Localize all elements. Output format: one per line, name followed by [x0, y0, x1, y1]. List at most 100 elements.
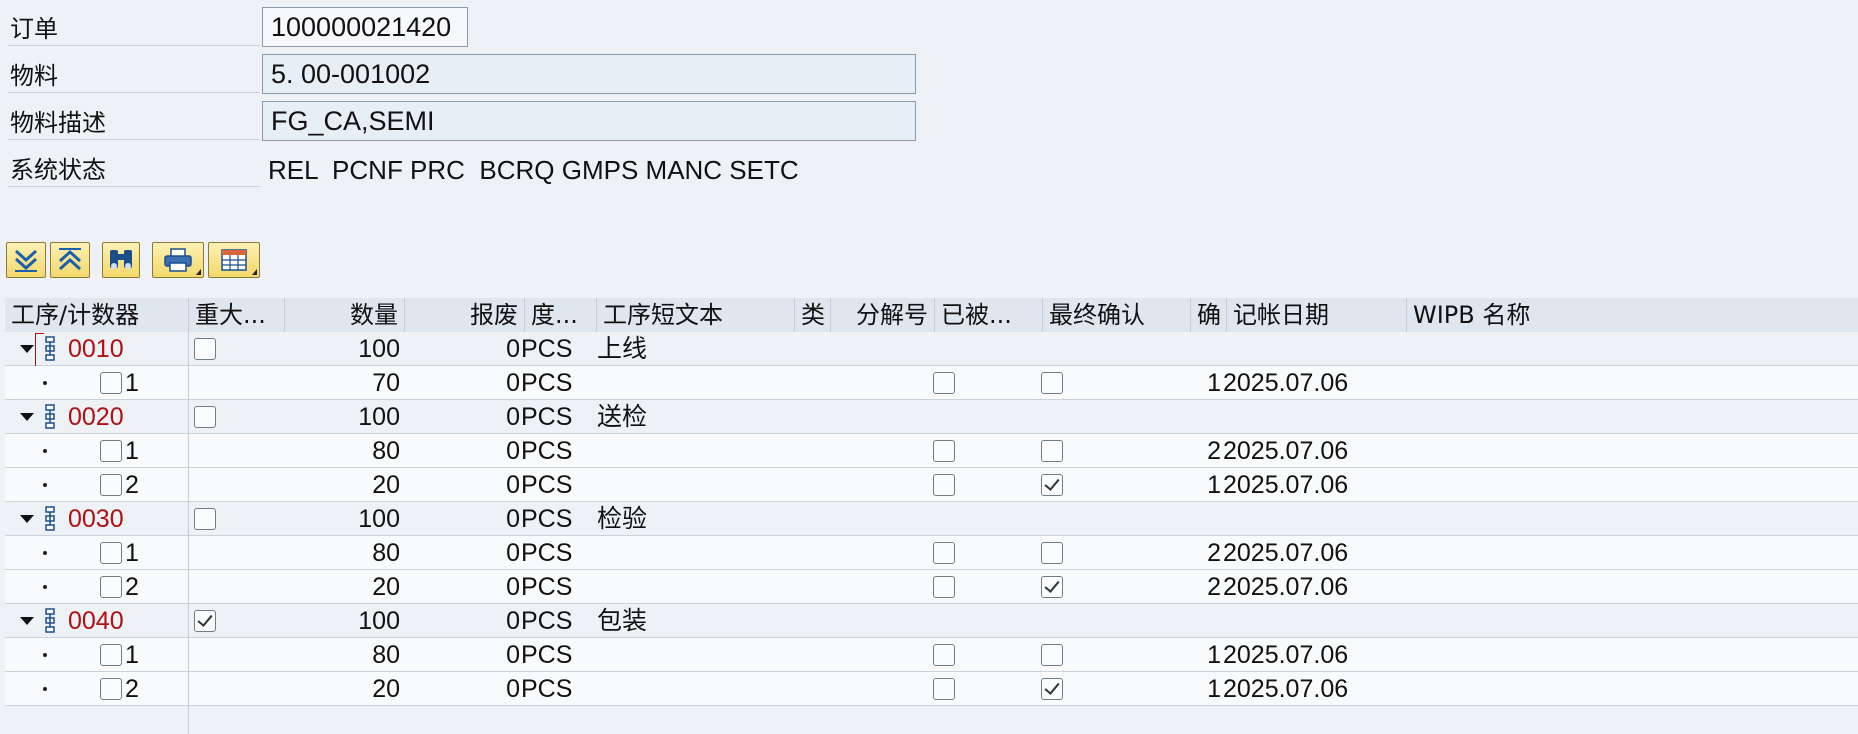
operation-number[interactable]: 0020: [68, 400, 124, 434]
counter-cell: 1: [125, 539, 139, 567]
expand-all-button[interactable]: [6, 242, 46, 278]
col-wipb-name[interactable]: WIPB 名称: [1407, 298, 1858, 332]
confirmation-row[interactable]: 1 80 0 PCS 2 2025.07.06: [5, 434, 1858, 468]
row-select-checkbox[interactable]: [100, 372, 122, 394]
confirmation-row[interactable]: 1 80 0 PCS 1 2025.07.06: [5, 638, 1858, 672]
reversed-checkbox[interactable]: [933, 678, 955, 700]
grid-toolbar: [6, 242, 260, 280]
print-button[interactable]: [152, 242, 204, 278]
material-row: 物料 5. 00-001002: [0, 47, 930, 94]
find-button[interactable]: [102, 242, 140, 278]
confirmation-row[interactable]: 1 80 0 PCS 2 2025.07.06: [5, 536, 1858, 570]
operation-row[interactable]: 0030 100 0 PCS 检验: [5, 502, 1858, 536]
reversed-checkbox[interactable]: [933, 576, 955, 598]
final-confirmation-checkbox[interactable]: [1041, 474, 1063, 496]
reversed-checkbox[interactable]: [933, 372, 955, 394]
expand-toggle-icon[interactable]: [20, 515, 34, 523]
tree-leaf-icon: [43, 381, 47, 385]
quantity-cell: 80: [372, 539, 400, 567]
row-select-checkbox[interactable]: [100, 644, 122, 666]
binoculars-icon: [110, 250, 132, 269]
row-select-checkbox[interactable]: [100, 440, 122, 462]
collapse-all-icon: [58, 248, 82, 271]
row-select-checkbox[interactable]: [100, 576, 122, 598]
confirmation-row[interactable]: 2 20 0 PCS 1 2025.07.06: [5, 468, 1858, 502]
final-confirmation-checkbox[interactable]: [1041, 678, 1063, 700]
col-major[interactable]: 重大...: [189, 298, 285, 332]
col-quantity[interactable]: 数量: [285, 298, 405, 332]
reversed-checkbox[interactable]: [933, 542, 955, 564]
col-final-conf[interactable]: 最终确认: [1043, 298, 1191, 332]
col-op-text[interactable]: 工序短文本: [597, 298, 795, 332]
scrap-cell: 0: [506, 675, 520, 703]
confirmation-number-cell: 2: [1207, 573, 1221, 601]
confirmation-row[interactable]: 2 20 0 PCS 1 2025.07.06: [5, 672, 1858, 706]
grid-column-divider: [188, 332, 189, 734]
posting-date-cell: 2025.07.06: [1223, 675, 1349, 703]
layout-button[interactable]: [208, 242, 260, 278]
scrap-cell: 0: [506, 573, 520, 601]
material-field[interactable]: 5. 00-001002: [262, 54, 916, 94]
reversed-checkbox[interactable]: [933, 440, 955, 462]
confirmation-row[interactable]: 2 20 0 PCS 2 2025.07.06: [5, 570, 1858, 604]
expand-toggle-icon[interactable]: [20, 617, 34, 625]
material-desc-label: 物料描述: [8, 94, 260, 140]
uom-cell: PCS: [521, 607, 573, 635]
confirmation-number-cell: 1: [1207, 369, 1221, 397]
row-select-checkbox[interactable]: [100, 474, 122, 496]
quantity-cell: 20: [372, 573, 400, 601]
major-checkbox[interactable]: [194, 406, 216, 428]
posting-date-cell: 2025.07.06: [1223, 641, 1349, 669]
collapse-all-button[interactable]: [50, 242, 90, 278]
col-reversed[interactable]: 已被...: [935, 298, 1043, 332]
row-select-checkbox[interactable]: [100, 678, 122, 700]
operation-row[interactable]: 0040 100 0 PCS 包装: [5, 604, 1858, 638]
final-confirmation-checkbox[interactable]: [1041, 372, 1063, 394]
major-checkbox[interactable]: [194, 508, 216, 530]
col-posting-date[interactable]: 记帐日期: [1227, 298, 1407, 332]
print-dropdown-icon: [196, 269, 201, 275]
confirmation-number-cell: 1: [1207, 675, 1221, 703]
uom-cell: PCS: [521, 641, 573, 669]
tree-leaf-icon: [43, 585, 47, 589]
order-row: 订单 100000021420: [0, 0, 930, 47]
operation-text-cell: 包装: [597, 607, 648, 635]
order-label: 订单: [8, 0, 260, 46]
expand-toggle-icon[interactable]: [20, 345, 34, 353]
posting-date-cell: 2025.07.06: [1223, 539, 1349, 567]
final-confirmation-checkbox[interactable]: [1041, 440, 1063, 462]
operation-row[interactable]: 0020 100 0 PCS 送检: [5, 400, 1858, 434]
material-label: 物料: [8, 47, 260, 93]
confirmation-number-cell: 1: [1207, 471, 1221, 499]
major-checkbox[interactable]: [194, 610, 216, 632]
col-conf[interactable]: 确: [1191, 298, 1227, 332]
col-scrap[interactable]: 报废: [405, 298, 525, 332]
uom-cell: PCS: [521, 471, 573, 499]
confirmation-row[interactable]: 1 70 0 PCS 1 2025.07.06: [5, 366, 1858, 400]
final-confirmation-checkbox[interactable]: [1041, 542, 1063, 564]
operation-text-cell: 上线: [597, 335, 648, 363]
final-confirmation-checkbox[interactable]: [1041, 644, 1063, 666]
order-field[interactable]: 100000021420: [262, 7, 468, 47]
reversed-checkbox[interactable]: [933, 474, 955, 496]
system-status-value: REL PCNF PRC BCRQ GMPS MANC SETC: [268, 155, 799, 185]
major-checkbox[interactable]: [194, 338, 216, 360]
col-op-counter[interactable]: 工序/计数器: [5, 298, 189, 332]
reversed-checkbox[interactable]: [933, 644, 955, 666]
operation-hierarchy-icon: [43, 608, 57, 640]
operation-number[interactable]: 0040: [68, 604, 124, 638]
counter-cell: 2: [125, 675, 139, 703]
col-split[interactable]: 分解号: [831, 298, 935, 332]
material-desc-field[interactable]: FG_CA,SEMI: [262, 101, 916, 141]
col-uom[interactable]: 度...: [525, 298, 597, 332]
expand-toggle-icon[interactable]: [20, 413, 34, 421]
material-desc-row: 物料描述 FG_CA,SEMI: [0, 94, 930, 141]
quantity-cell: 100: [358, 403, 400, 431]
col-type[interactable]: 类: [795, 298, 831, 332]
operation-row[interactable]: 0010 100 0 PCS 上线: [5, 332, 1858, 367]
tree-leaf-icon: [43, 687, 47, 691]
row-select-checkbox[interactable]: [100, 542, 122, 564]
operation-number[interactable]: 0030: [68, 502, 124, 536]
operation-number[interactable]: 0010: [68, 332, 124, 366]
final-confirmation-checkbox[interactable]: [1041, 576, 1063, 598]
